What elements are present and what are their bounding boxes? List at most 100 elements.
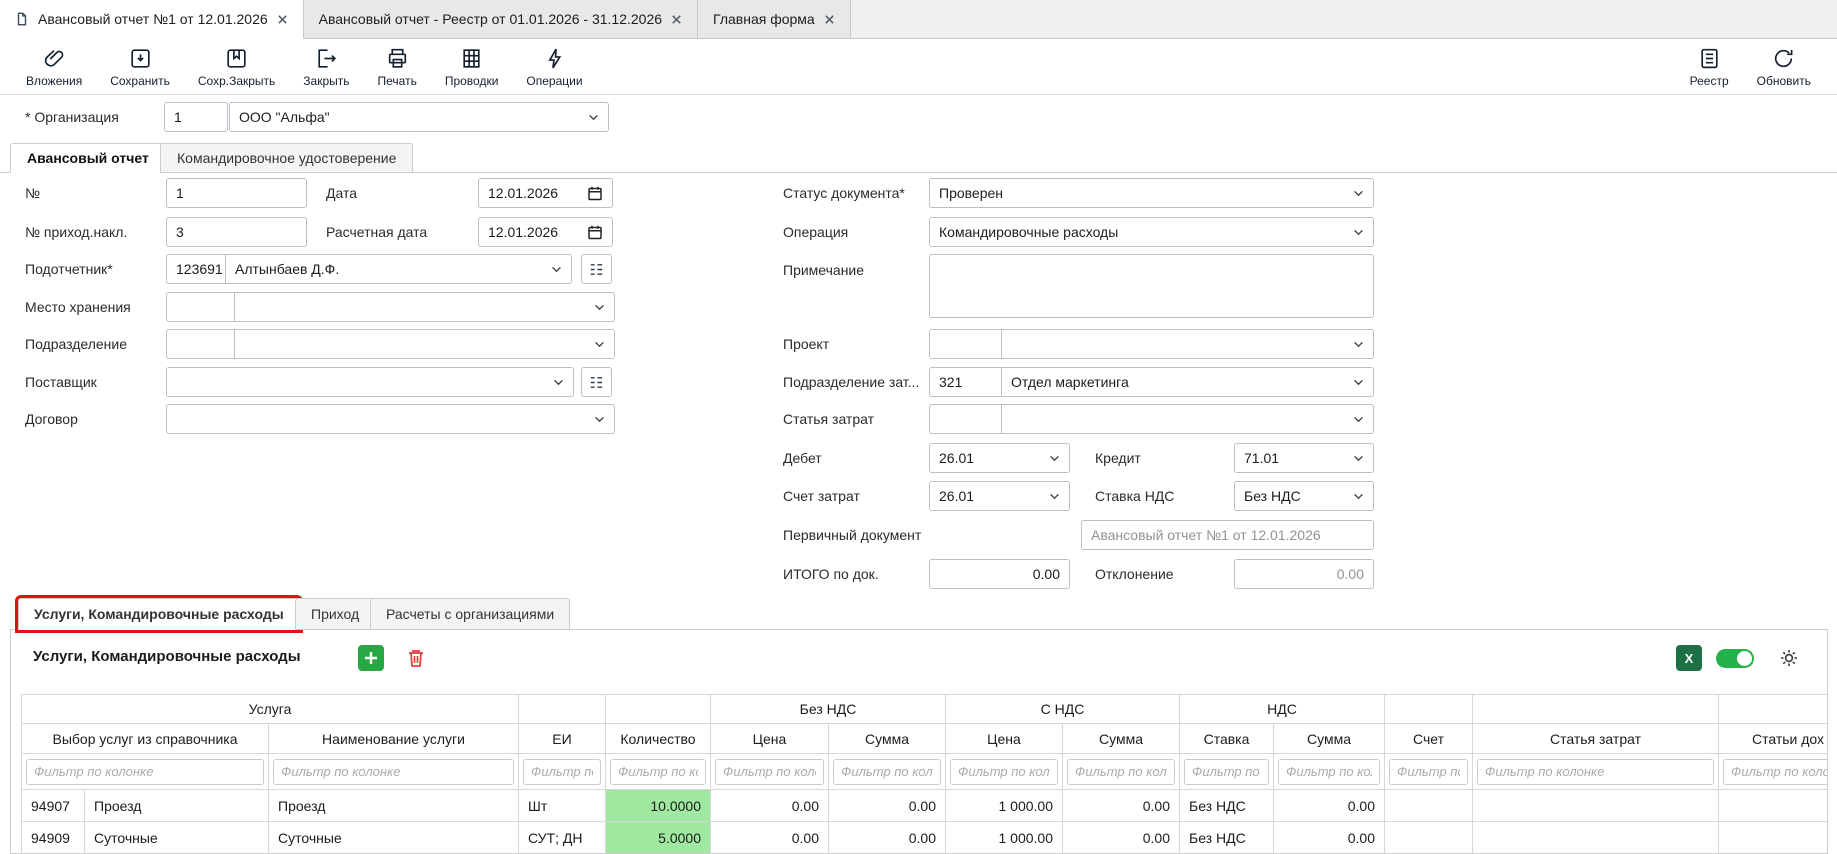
cell-vat-rate[interactable]: Без НДС [1180,822,1274,854]
filter-input[interactable] [273,759,514,785]
table-row[interactable]: 94909 Суточные Суточные СУТ; ДН 5.0000 0… [21,822,1828,854]
calendar-icon[interactable] [587,185,603,201]
window-tab-registry[interactable]: Авансовый отчет - Реестр от 01.01.2026 -… [304,0,698,38]
window-tab-main-form[interactable]: Главная форма [698,0,851,38]
cell-price-with-vat[interactable]: 1 000.00 [946,790,1063,822]
cell-sum-with-vat[interactable]: 0.00 [1063,822,1180,854]
supplier-tree-button[interactable] [581,367,612,397]
cell-account[interactable] [1385,790,1473,822]
col-header[interactable]: Наименование услуги [269,724,519,754]
grid-toggle[interactable] [1716,649,1754,668]
filter-input[interactable] [1477,759,1714,785]
refresh-button[interactable]: Обновить [1743,43,1825,91]
cell-vat-sum[interactable]: 0.00 [1274,822,1385,854]
cell-cost-item[interactable] [1473,822,1719,854]
cell-vat-rate[interactable]: Без НДС [1180,790,1274,822]
contract-select[interactable] [166,404,615,434]
filter-input[interactable] [1067,759,1175,785]
storage-code-input[interactable] [166,292,234,322]
division-select[interactable] [234,329,615,359]
storage-select[interactable] [234,292,615,322]
col-header[interactable]: Сумма [1063,724,1180,754]
cell-sum-with-vat[interactable]: 0.00 [1063,790,1180,822]
num-input[interactable]: 1 [166,178,307,208]
filter-input[interactable] [1278,759,1380,785]
filter-input[interactable] [523,759,601,785]
col-header[interactable]: ЕИ [519,724,606,754]
cell-sum-no-vat[interactable]: 0.00 [829,790,946,822]
close-icon[interactable] [277,14,288,25]
col-header[interactable]: Сумма [1274,724,1385,754]
close-icon[interactable] [824,14,835,25]
organization-code-input[interactable]: 1 [164,102,228,132]
filter-input[interactable] [26,759,264,785]
division-code-input[interactable] [166,329,234,359]
operation-select[interactable]: Командировочные расходы [929,217,1374,247]
project-code-input[interactable] [929,329,1001,359]
col-header[interactable]: Цена [946,724,1063,754]
supplier-select[interactable] [166,367,574,397]
credit-select[interactable]: 71.01 [1234,443,1374,473]
cell-income-item[interactable] [1719,790,1828,822]
date-input[interactable]: 12.01.2026 [478,178,613,208]
filter-input[interactable] [950,759,1058,785]
export-excel-button[interactable]: X [1676,645,1702,671]
organization-select[interactable]: ООО "Альфа" [229,102,609,132]
cell-service-name[interactable]: Проезд [269,790,519,822]
calendar-icon[interactable] [587,224,603,240]
attachments-button[interactable]: Вложения [12,43,96,91]
col-header[interactable]: Сумма [829,724,946,754]
status-select[interactable]: Проверен [929,178,1374,208]
invoice-input[interactable]: 3 [166,217,307,247]
save-button[interactable]: Сохранить [96,43,184,91]
close-icon[interactable] [671,14,682,25]
filter-input[interactable] [715,759,824,785]
col-header[interactable]: Количество [606,724,711,754]
vat-rate-select[interactable]: Без НДС [1234,481,1374,511]
print-button[interactable]: Печать [364,43,431,91]
total-input[interactable]: 0.00 [929,559,1070,589]
cell-sum-no-vat[interactable]: 0.00 [829,822,946,854]
cell-quantity[interactable]: 10.0000 [606,790,711,822]
filter-input[interactable] [833,759,941,785]
close-button[interactable]: Закрыть [289,43,363,91]
cell-unit[interactable]: Шт [519,790,606,822]
project-select[interactable] [1001,329,1374,359]
postings-button[interactable]: Проводки [431,43,513,91]
cell-price-with-vat[interactable]: 1 000.00 [946,822,1063,854]
cost-division-code-input[interactable]: 321 [929,367,1001,397]
accountable-code-input[interactable]: 123691 [166,254,225,284]
col-header[interactable]: Цена [711,724,829,754]
tab-services-travel-expenses[interactable]: Услуги, Командировочные расходы [18,598,300,630]
debit-select[interactable]: 26.01 [929,443,1070,473]
col-header[interactable]: Статьи дох [1719,724,1828,754]
cell-cost-item[interactable] [1473,790,1719,822]
cost-item-select[interactable] [1001,404,1374,434]
tab-travel-certificate[interactable]: Командировочное удостоверение [160,143,413,173]
cell-service-ref[interactable]: 94907 Проезд [21,790,269,822]
accountable-tree-button[interactable] [581,254,612,284]
cost-item-code-input[interactable] [929,404,1001,434]
registry-button[interactable]: Реестр [1676,43,1743,91]
cell-income-item[interactable] [1719,822,1828,854]
cell-price-no-vat[interactable]: 0.00 [711,822,829,854]
grid-settings-button[interactable] [1776,645,1802,671]
operations-button[interactable]: Операции [512,43,596,91]
cell-price-no-vat[interactable]: 0.00 [711,790,829,822]
cell-unit[interactable]: СУТ; ДН [519,822,606,854]
cost-division-select[interactable]: Отдел маркетинга [1001,367,1374,397]
cost-account-select[interactable]: 26.01 [929,481,1070,511]
tab-settlements[interactable]: Расчеты с организациями [370,598,570,630]
calc-date-input[interactable]: 12.01.2026 [478,217,613,247]
table-row[interactable]: 94907 Проезд Проезд Шт 10.0000 0.00 0.00… [21,790,1828,822]
note-textarea[interactable] [929,254,1374,318]
cell-account[interactable] [1385,822,1473,854]
filter-input[interactable] [1723,759,1828,785]
cell-service-ref[interactable]: 94909 Суточные [21,822,269,854]
tab-advance-report[interactable]: Авансовый отчет [10,143,166,173]
col-header[interactable]: Выбор услуг из справочника [21,724,269,754]
window-tab-advance-report[interactable]: Авансовый отчет №1 от 12.01.2026 [0,0,304,39]
accountable-select[interactable]: Алтынбаев Д.Ф. [225,254,572,284]
cell-quantity[interactable]: 5.0000 [606,822,711,854]
cell-vat-sum[interactable]: 0.00 [1274,790,1385,822]
